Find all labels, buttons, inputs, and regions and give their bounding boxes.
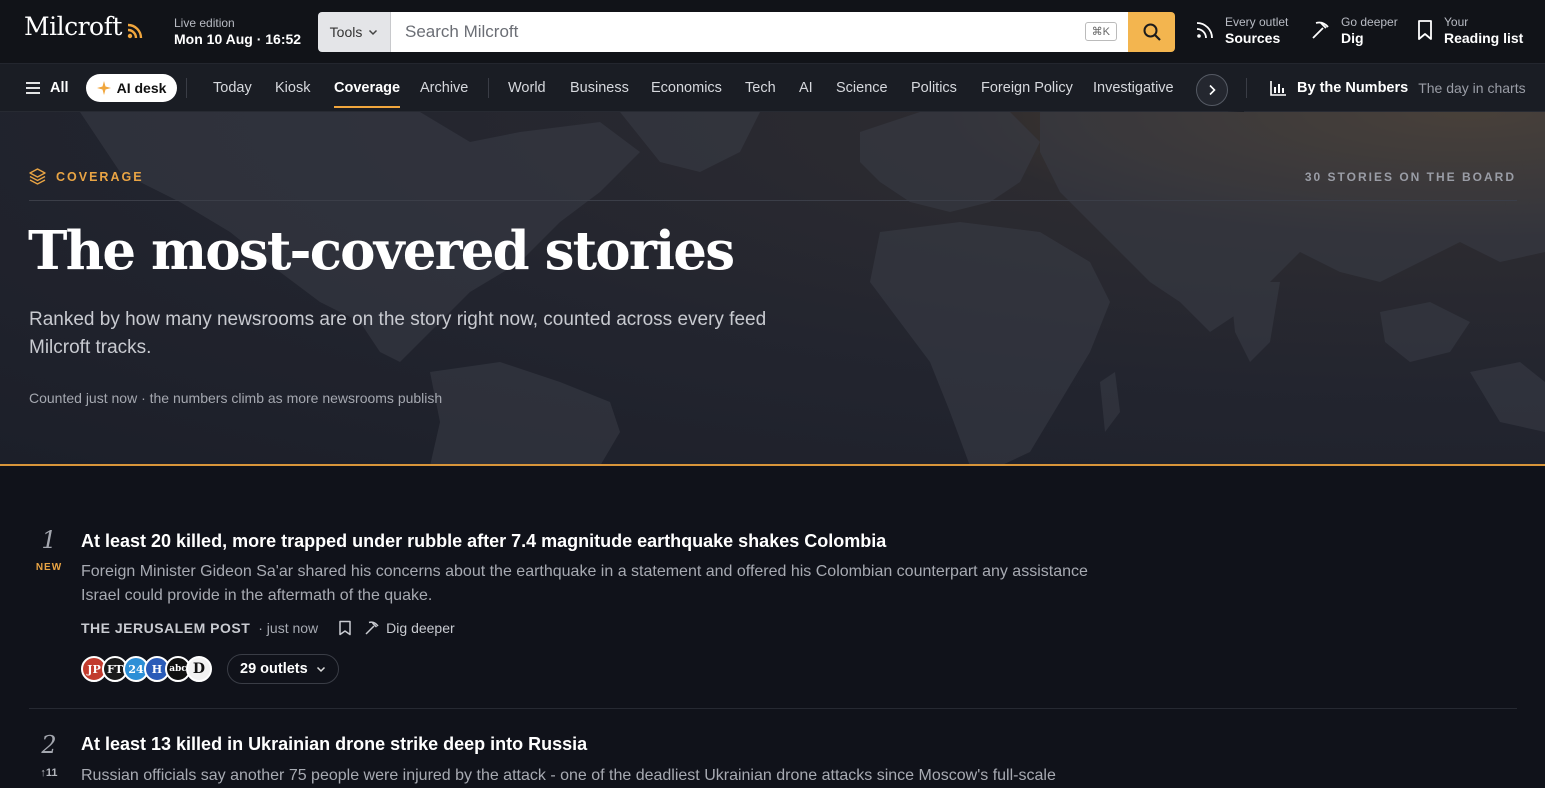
sparkle-icon xyxy=(96,81,111,95)
tab-science[interactable]: Science xyxy=(836,64,888,112)
bookmark-icon xyxy=(1418,20,1432,40)
top-bar: Milcroft Live edition Mon 10 Aug · 16:52… xyxy=(0,0,1545,64)
hero-banner: COVERAGE 30 STORIES ON THE BOARD The mos… xyxy=(0,112,1545,466)
tab-economics[interactable]: Economics xyxy=(651,64,722,112)
reading-list-kicker: Your xyxy=(1444,15,1469,29)
story-divider xyxy=(29,708,1517,709)
reading-list-link[interactable]: Your Reading list xyxy=(1416,14,1523,46)
tab-kiosk[interactable]: Kiosk xyxy=(275,64,310,112)
by-the-numbers-label: By the Numbers xyxy=(1297,80,1409,96)
dig-link[interactable]: Go deeper Dig xyxy=(1309,14,1398,46)
chevron-down-icon xyxy=(316,666,325,673)
divider xyxy=(186,78,187,98)
story-source[interactable]: THE JERUSALEM POST xyxy=(81,620,250,636)
dig-label: Dig xyxy=(1341,30,1364,46)
rank-change-badge: ↑11 xyxy=(40,767,58,779)
bar-chart-icon xyxy=(1270,81,1286,96)
story-rank: 2 xyxy=(41,731,57,759)
all-label: All xyxy=(50,80,69,96)
tools-label: Tools xyxy=(329,24,363,40)
divider xyxy=(488,78,489,98)
edition-time: Mon 10 Aug · 16:52 xyxy=(174,31,302,47)
dig-deeper-label: Dig deeper xyxy=(386,620,455,636)
outlets-row: JP FT 24 H abc D 29 outlets xyxy=(81,654,339,684)
story-time: · just now xyxy=(258,620,319,636)
dig-kicker: Go deeper xyxy=(1341,15,1398,29)
pickaxe-icon xyxy=(365,621,379,635)
tab-ai[interactable]: AI xyxy=(799,64,813,112)
world-map-background xyxy=(80,112,1545,464)
sources-label: Sources xyxy=(1225,30,1281,46)
search-icon xyxy=(1143,23,1161,41)
live-edition: Live edition Mon 10 Aug · 16:52 xyxy=(174,15,301,47)
bookmark-icon[interactable] xyxy=(338,620,352,636)
scroll-fade xyxy=(1228,64,1244,112)
story-title[interactable]: At least 20 killed, more trapped under r… xyxy=(81,531,886,552)
story-description: Foreign Minister Gideon Sa'ar shared his… xyxy=(81,563,1088,604)
search-bar: Tools ⌘K xyxy=(318,12,1175,52)
section-nav: All AI desk Today Kiosk Coverage Archive… xyxy=(0,64,1545,112)
tab-politics[interactable]: Politics xyxy=(911,64,957,112)
dig-deeper-button[interactable]: Dig deeper xyxy=(364,620,455,636)
tab-coverage[interactable]: Coverage xyxy=(334,64,401,112)
story-list: 1 NEW At least 20 killed, more trapped u… xyxy=(0,466,1545,784)
page-title: The most-covered stories xyxy=(28,220,735,282)
story-rank: 1 xyxy=(41,526,57,554)
story-meta: THE JERUSALEM POST · just now Dig deeper xyxy=(81,620,455,636)
chevron-right-icon xyxy=(1209,84,1216,96)
tab-archive[interactable]: Archive xyxy=(420,64,468,112)
tab-today[interactable]: Today xyxy=(213,64,252,112)
tools-dropdown[interactable]: Tools xyxy=(318,12,391,52)
hero-divider xyxy=(29,200,1517,201)
logo-text: Milcroft xyxy=(24,12,122,41)
story-count: 30 STORIES ON THE BOARD xyxy=(1304,170,1516,184)
tab-foreign-policy[interactable]: Foreign Policy xyxy=(981,64,1073,112)
tab-tech[interactable]: Tech xyxy=(745,64,776,112)
sources-link[interactable]: Every outlet Sources xyxy=(1195,14,1288,46)
ai-desk-button[interactable]: AI desk xyxy=(86,74,177,102)
sources-kicker: Every outlet xyxy=(1225,15,1289,29)
search-input[interactable] xyxy=(391,12,1128,52)
reading-list-label: Reading list xyxy=(1444,30,1524,46)
scroll-right-button[interactable] xyxy=(1196,74,1228,106)
outlets-dropdown[interactable]: 29 outlets xyxy=(227,654,339,684)
outlets-count: 29 outlets xyxy=(240,661,308,677)
eyebrow-label: COVERAGE xyxy=(56,169,144,184)
story-title[interactable]: At least 13 killed in Ukrainian drone st… xyxy=(81,734,587,755)
tab-investigative[interactable]: Investigative xyxy=(1093,64,1174,112)
page-subtitle: Ranked by how many newsrooms are on the … xyxy=(29,309,767,358)
chevron-down-icon xyxy=(369,29,378,36)
logo[interactable]: Milcroft xyxy=(24,12,144,41)
by-the-numbers-sub: The day in charts xyxy=(1418,80,1526,96)
tab-business[interactable]: Business xyxy=(570,64,629,112)
layers-icon xyxy=(29,168,46,185)
pickaxe-icon xyxy=(1312,21,1329,39)
tab-world[interactable]: World xyxy=(508,64,546,112)
all-sections-button[interactable]: All xyxy=(25,64,69,112)
section-eyebrow: COVERAGE xyxy=(29,168,144,185)
count-note: Counted just now · the numbers climb as … xyxy=(29,390,443,406)
rss-logo-icon xyxy=(127,23,143,38)
divider xyxy=(1246,78,1247,98)
outlet-logo: D xyxy=(186,656,212,682)
new-badge: NEW xyxy=(35,562,63,573)
shortcut-hint: ⌘K xyxy=(1084,22,1117,41)
by-the-numbers-link[interactable]: By the Numbers The day in charts xyxy=(1270,64,1526,112)
menu-icon xyxy=(26,82,40,94)
edition-label: Live edition xyxy=(174,16,235,30)
search-button[interactable] xyxy=(1128,12,1175,52)
rss-icon xyxy=(1196,22,1213,39)
ai-desk-label: AI desk xyxy=(116,80,167,96)
story-description: Russian officials say another 75 people … xyxy=(81,767,1056,784)
